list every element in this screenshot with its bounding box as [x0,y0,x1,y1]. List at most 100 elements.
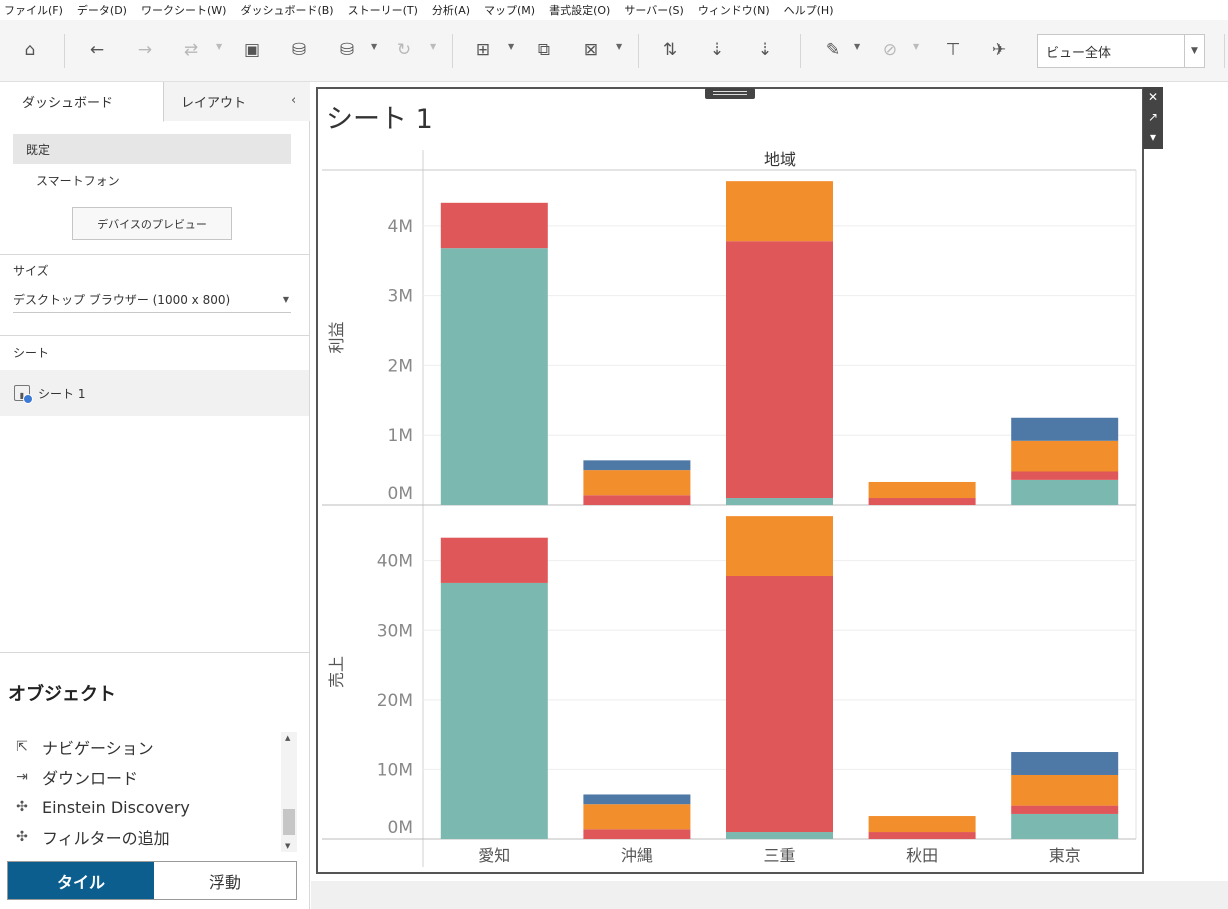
bar-segment [726,575,833,833]
more-options-icon[interactable]: ▾ [1143,127,1163,147]
bar-segment [1011,813,1119,839]
bar-segment [583,460,691,471]
replay-icon[interactable]: ⇄ [177,36,205,64]
undo-icon[interactable]: ← [83,36,111,64]
divider [0,335,309,336]
size-select[interactable]: デスクトップ ブラウザー (1000 x 800) ▼ [13,286,291,313]
device-preview-button[interactable]: デバイスのプレビュー [72,207,232,240]
x-category-label: 東京 [1049,846,1081,865]
bar-segment [440,537,548,583]
refresh-icon[interactable]: ↻ [390,36,418,64]
device-default[interactable]: 既定 [13,134,291,164]
sheet-list-item[interactable]: ▮ シート 1 [0,370,309,416]
y-tick-label: 2M [388,356,413,376]
y-tick-label: 3M [388,287,413,307]
save-icon[interactable]: ▣ [238,36,266,64]
download-icon: ⇥ [16,769,28,785]
duplicate-icon[interactable]: ⧉ [530,36,558,64]
go-to-sheet-icon[interactable]: ↗ [1143,107,1163,127]
menu-item[interactable]: ストーリー(T) [348,2,418,18]
bar-segment [726,832,833,839]
chevron-down-icon[interactable]: ▼ [1184,35,1204,67]
chevron-down-icon[interactable]: ▼ [913,42,919,51]
tab-layout[interactable]: レイアウト [164,82,310,121]
menu-item[interactable]: ヘルプ(H) [784,2,834,18]
canvas-footer [311,881,1228,909]
chevron-down-icon[interactable]: ▼ [216,42,222,51]
bar-segment [1011,805,1119,814]
bar-segment [726,516,833,576]
extension-icon: ✣ [16,799,28,815]
bar-segment [583,470,691,496]
y-tick-label: 30M [377,621,413,641]
size-select-value: デスクトップ ブラウザー (1000 x 800) [13,292,231,307]
menu-item[interactable]: ウィンドウ(N) [698,2,770,18]
tile-button[interactable]: タイル [8,862,154,899]
menu-item[interactable]: 分析(A) [432,2,470,18]
y-tick-label: 0M [388,484,413,504]
pin-icon[interactable]: ✈ [985,36,1013,64]
object-item-label: ナビゲーション [42,739,154,758]
objects-scrollbar[interactable]: ▲ ▼ [281,732,297,852]
bar-segment [583,495,691,505]
object-item-label: フィルターの追加 [42,829,170,848]
y-tick-label: 4M [388,217,413,237]
chevron-down-icon[interactable]: ▼ [508,42,514,51]
chevron-down-icon[interactable]: ▼ [854,42,860,51]
chevron-down-icon[interactable]: ▼ [371,42,377,51]
sheet-list-item-label: シート 1 [38,386,86,401]
float-button[interactable]: 浮動 [154,862,296,899]
scroll-up-icon[interactable]: ▲ [285,734,290,742]
redo-icon[interactable]: → [131,36,159,64]
pause-updates-icon[interactable]: ⛁ [333,36,361,64]
menu-item[interactable]: データ(D) [77,2,127,18]
bar-segment [868,832,976,839]
chevron-down-icon[interactable]: ▼ [283,295,289,304]
chevron-down-icon[interactable]: ▼ [616,42,622,51]
scrollbar-thumb[interactable] [283,809,295,835]
highlight-icon[interactable]: ✎ [819,36,847,64]
device-phone[interactable]: スマートフォン [36,172,120,189]
chevron-down-icon[interactable]: ▼ [430,42,436,51]
bar-segment [1011,471,1119,480]
fit-select[interactable]: ビュー全体 ▼ [1037,34,1205,68]
new-data-source-icon[interactable]: ⛁ [285,36,313,64]
menu-item[interactable]: マップ(M) [484,2,535,18]
navigation-icon: ⇱ [16,739,28,755]
bar-segment [726,181,833,242]
swap-axes-icon[interactable]: ⇅ [656,36,684,64]
close-icon[interactable]: ✕ [1143,87,1163,107]
menu-item[interactable]: ファイル(F) [4,2,63,18]
sort-ascending-icon[interactable]: ⇣ [703,36,731,64]
size-label: サイズ [13,264,49,278]
divider [0,652,309,653]
side-panel-tabs: ダッシュボード レイアウト ‹ [0,82,310,122]
bar-segment [868,481,976,499]
y-tick-label: 20M [377,691,413,711]
tab-dashboard[interactable]: ダッシュボード [0,82,164,122]
object-item[interactable]: ✣ Einstein Discovery [8,792,280,822]
menu-item[interactable]: 書式設定(O) [549,2,610,18]
group-members-icon[interactable]: ⊘ [876,36,904,64]
object-item-label: ダウンロード [42,769,139,788]
chevron-left-icon[interactable]: ‹ [291,93,296,108]
object-item[interactable]: ⇥ ダウンロード [8,762,280,792]
sort-descending-icon[interactable]: ⇣ [751,36,779,64]
toolbar-separator [64,34,65,68]
menu-item[interactable]: サーバー(S) [624,2,683,18]
menu-item[interactable]: ダッシュボード(B) [240,2,333,18]
bar-segment [583,804,691,830]
worksheet-icon: ▮ [14,385,33,404]
new-worksheet-icon[interactable]: ⊞ [469,36,497,64]
clear-sheet-icon[interactable]: ⊠ [577,36,605,64]
object-item[interactable]: ⇱ ナビゲーション [8,732,280,762]
object-item[interactable]: ✣ フィルターの追加 [8,822,280,852]
sheet-title: シート 1 [326,104,433,135]
home-icon[interactable]: ⌂ [16,36,44,64]
objects-title: オブジェクト [8,684,116,705]
scroll-down-icon[interactable]: ▼ [285,842,290,850]
y-axis-title: 売上 [327,656,346,688]
bar-segment [1011,774,1119,806]
show-labels-icon[interactable]: ⊤ [939,36,967,64]
menu-item[interactable]: ワークシート(W) [141,2,226,18]
